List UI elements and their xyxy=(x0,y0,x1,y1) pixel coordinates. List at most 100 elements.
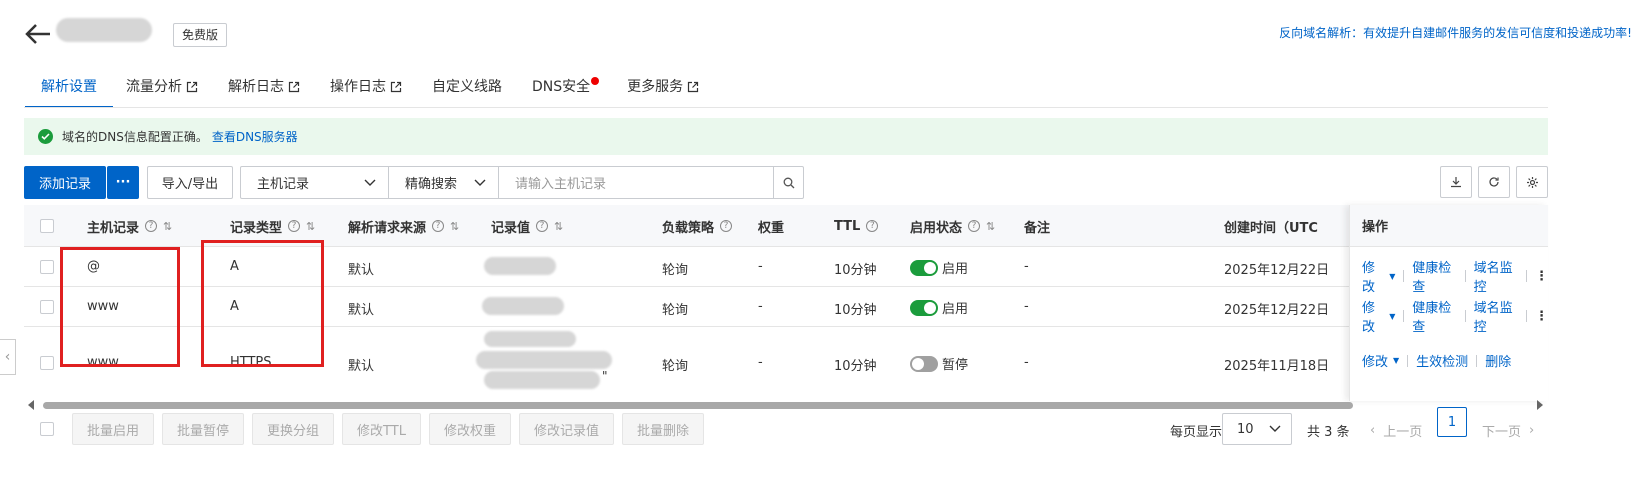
batch-enable-button[interactable]: 批量启用 xyxy=(72,413,155,445)
cell-status: 启用 xyxy=(910,258,968,277)
gear-icon xyxy=(1526,176,1538,188)
health-check-link[interactable]: 健康检查 xyxy=(1412,297,1457,335)
more-actions-button[interactable]: ··· xyxy=(107,166,139,199)
col-source: 解析请求来源? ⇅ xyxy=(348,219,460,236)
next-page-button[interactable]: 下一页 › xyxy=(1482,421,1534,440)
col-ops: 操作 xyxy=(1350,205,1548,247)
modify-weight-button[interactable]: 修改权重 xyxy=(428,413,511,445)
col-value: 记录值? ⇅ xyxy=(491,219,564,236)
sort-icon[interactable]: ⇅ xyxy=(986,220,995,233)
back-arrow-icon[interactable] xyxy=(24,22,52,46)
reverse-dns-promo-link[interactable]: 反向域名解析：有效提升自建邮件服务的发信可信度和投递成功率! xyxy=(1279,24,1632,41)
col-host: 主机记录? ⇅ xyxy=(87,219,173,236)
alert-text: 域名的DNS信息配置正确。 xyxy=(62,130,208,144)
add-record-button[interactable]: 添加记录 xyxy=(24,166,106,199)
effect-check-link[interactable]: 生效检测 xyxy=(1416,351,1468,370)
cell-created: 2025年11月18日 xyxy=(1224,359,1330,374)
settings-button[interactable] xyxy=(1516,166,1548,198)
external-link-icon xyxy=(288,81,300,93)
status-toggle[interactable] xyxy=(910,299,938,316)
help-icon: ? xyxy=(968,220,981,232)
more-vertical-icon[interactable]: ⋮ xyxy=(1535,269,1548,284)
cell-ttl: 10分钟 xyxy=(834,303,877,318)
row-checkbox[interactable] xyxy=(40,300,54,314)
view-dns-servers-link[interactable]: 查看DNS服务器 xyxy=(212,128,298,145)
operations-column: 操作 修改 ▼ 健康检查 域名监控 ⋮ 修改 ▼ 健康检查 域名监控 ⋮ 修改 ▼ 生… xyxy=(1349,205,1548,401)
scroll-left-icon[interactable] xyxy=(28,400,34,410)
row-checkbox[interactable] xyxy=(40,260,54,274)
sort-icon[interactable]: ⇅ xyxy=(163,220,172,233)
more-vertical-icon[interactable]: ⋮ xyxy=(1535,309,1548,324)
domain-monitor-link[interactable]: 域名监控 xyxy=(1474,257,1519,295)
prev-page-button[interactable]: ‹ 上一页 xyxy=(1370,421,1422,440)
edit-link[interactable]: 修改 xyxy=(1362,257,1384,295)
record-value-redacted xyxy=(484,371,600,389)
tab-more-services[interactable]: 更多服务 xyxy=(627,72,699,108)
cell-weight: - xyxy=(758,259,763,274)
search-field-select[interactable]: 主机记录 xyxy=(241,167,389,198)
chevron-right-icon: › xyxy=(1529,423,1535,438)
refresh-button[interactable] xyxy=(1478,166,1510,198)
collapse-panel-handle[interactable]: ‹ xyxy=(0,339,16,375)
tab-traffic-analysis[interactable]: 流量分析 xyxy=(126,72,198,108)
select-all-checkbox[interactable] xyxy=(40,205,54,247)
external-link-icon xyxy=(688,81,699,93)
cell-source: 默认 xyxy=(348,359,375,374)
page-size-label: 每页显示 xyxy=(1170,425,1223,440)
import-export-button[interactable]: 导入/导出 xyxy=(147,166,233,199)
cell-status: 暂停 xyxy=(910,354,968,373)
change-group-button[interactable]: 更换分组 xyxy=(252,413,335,445)
cell-policy: 轮询 xyxy=(662,263,689,278)
page-size-select[interactable]: 10 xyxy=(1222,413,1292,445)
tab-resolve-log[interactable]: 解析日志 xyxy=(228,72,300,108)
sort-icon[interactable]: ⇅ xyxy=(306,220,315,233)
modify-ttl-button[interactable]: 修改TTL xyxy=(342,413,421,445)
delete-link[interactable]: 删除 xyxy=(1485,351,1511,370)
sort-icon[interactable]: ⇅ xyxy=(554,220,563,233)
row-checkbox[interactable] xyxy=(40,356,54,370)
sort-icon[interactable]: ⇅ xyxy=(450,220,459,233)
search-button[interactable] xyxy=(773,167,803,198)
cell-created: 2025年12月22日 xyxy=(1224,303,1330,318)
col-remark: 备注 xyxy=(1024,220,1051,236)
current-page-button[interactable]: 1 xyxy=(1437,407,1467,437)
host-search-input[interactable]: 请输入主机记录 xyxy=(499,167,773,198)
col-policy: 负载策略? xyxy=(662,205,733,247)
dns-status-alert: 域名的DNS信息配置正确。 查看DNS服务器 xyxy=(24,118,1548,155)
domain-monitor-link[interactable]: 域名监控 xyxy=(1474,297,1519,335)
record-value-redacted xyxy=(476,351,612,369)
modify-value-button[interactable]: 修改记录值 xyxy=(518,413,614,445)
download-button[interactable] xyxy=(1440,166,1472,198)
edit-link[interactable]: 修改 xyxy=(1362,351,1388,370)
footer-select-all-checkbox[interactable] xyxy=(40,422,54,436)
tab-custom-lines[interactable]: 自定义线路 xyxy=(432,72,502,108)
cell-policy: 轮询 xyxy=(662,303,689,318)
tab-divider xyxy=(24,107,1548,108)
status-toggle[interactable] xyxy=(910,355,938,372)
cell-status: 启用 xyxy=(910,298,968,317)
tab-operation-log[interactable]: 操作日志 xyxy=(330,72,402,108)
chevron-left-icon: ‹ xyxy=(4,349,11,365)
help-icon: ? xyxy=(432,220,445,232)
scrollbar-thumb[interactable] xyxy=(43,402,1353,409)
tab-dns-settings[interactable]: 解析设置 xyxy=(25,72,113,108)
cell-weight: - xyxy=(758,355,763,370)
notification-dot xyxy=(591,77,600,85)
chevron-down-icon xyxy=(474,179,486,186)
record-value-tail: " xyxy=(602,369,608,383)
col-weight: 权重 xyxy=(758,220,785,236)
caret-down-icon[interactable]: ▼ xyxy=(1389,272,1395,281)
edit-link[interactable]: 修改 xyxy=(1362,297,1384,335)
caret-down-icon[interactable]: ▼ xyxy=(1393,356,1399,365)
batch-delete-button[interactable]: 批量删除 xyxy=(621,413,704,445)
scroll-right-icon[interactable] xyxy=(1537,400,1543,410)
record-value-redacted xyxy=(482,297,564,315)
batch-pause-button[interactable]: 批量暂停 xyxy=(162,413,245,445)
help-icon: ? xyxy=(288,220,301,232)
search-mode-select[interactable]: 精确搜索 xyxy=(389,167,499,198)
health-check-link[interactable]: 健康检查 xyxy=(1412,257,1457,295)
tab-dns-security[interactable]: DNS安全 xyxy=(532,72,600,108)
caret-down-icon[interactable]: ▼ xyxy=(1389,312,1395,321)
highlight-box-type xyxy=(201,240,324,367)
status-toggle[interactable] xyxy=(910,259,938,276)
